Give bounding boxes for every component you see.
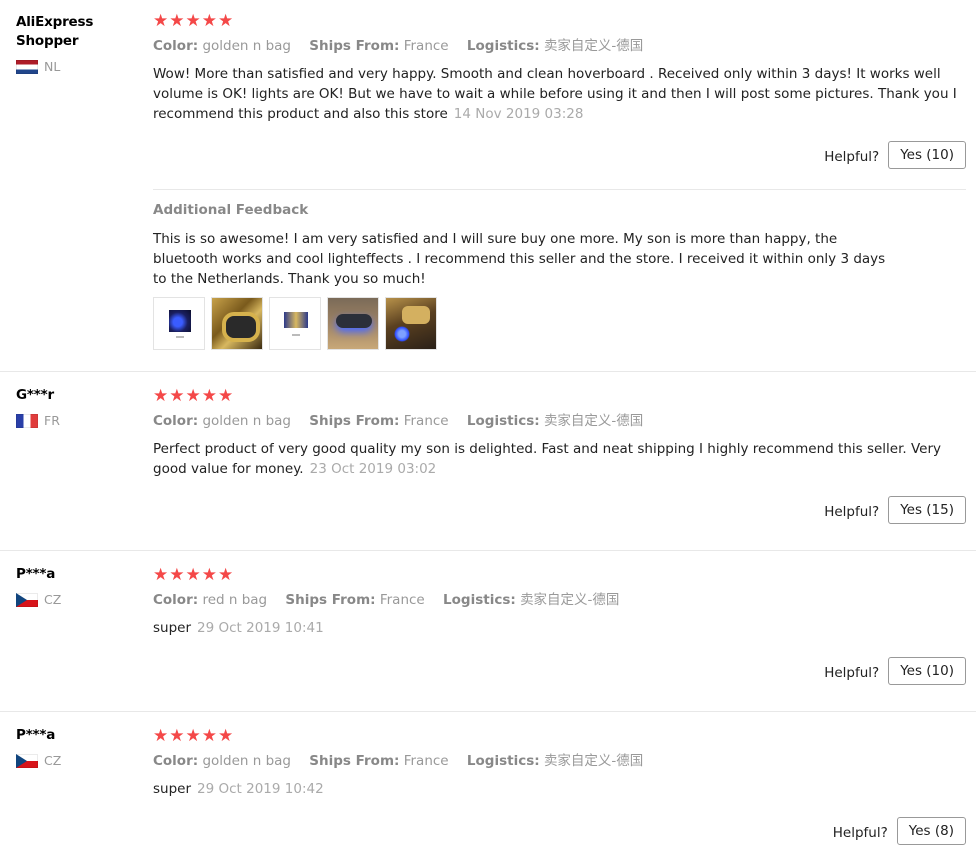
reviewer-info: P***a CZ (16, 565, 136, 607)
ships-from-label: Ships From: (285, 592, 376, 608)
country-code: FR (44, 413, 60, 428)
reviewer-country: FR (16, 413, 136, 428)
review-body: ★★★★★ Color: golden n bag Ships From: Fr… (153, 726, 966, 799)
reviewer-country: CZ (16, 753, 136, 768)
helpful-label: Helpful? (824, 504, 880, 520)
review-body: ★★★★★ Color: golden n bag Ships From: Fr… (153, 386, 966, 479)
order-attributes: Color: golden n bag Ships From: France L… (153, 412, 966, 430)
reviewer-info: P***a CZ (16, 726, 136, 768)
country-code: NL (44, 59, 61, 74)
review-photos (153, 297, 966, 350)
review-photo[interactable] (327, 297, 379, 350)
additional-feedback: Additional Feedback This is so awesome! … (153, 189, 966, 372)
helpful-label: Helpful? (824, 149, 880, 165)
star-rating: ★★★★★ (153, 565, 235, 585)
review-item: P***a CZ ★★★★★ Color: golden n bag Ships… (0, 712, 976, 867)
helpful-section: Helpful? Yes (10) (824, 141, 966, 169)
logistics-label: Logistics: (466, 413, 540, 429)
order-attributes: Color: golden n bag Ships From: France L… (153, 37, 966, 55)
color-value: golden n bag (202, 38, 291, 54)
review-content: super 29 Oct 2019 10:41 (153, 618, 966, 638)
helpful-section: Helpful? Yes (8) (833, 817, 966, 845)
ships-from-value: France (403, 753, 449, 769)
review-photo[interactable] (385, 297, 437, 350)
helpful-yes-button[interactable]: Yes (8) (896, 817, 966, 845)
review-photo[interactable] (153, 297, 205, 350)
helpful-section: Helpful? Yes (10) (824, 657, 966, 685)
logistics-label: Logistics: (443, 592, 516, 608)
review-text: Perfect product of very good quality my … (153, 441, 942, 477)
star-rating: ★★★★★ (153, 11, 235, 31)
reviewer-info: AliExpress Shopper NL (16, 13, 136, 74)
review-date: 29 Oct 2019 10:42 (197, 781, 324, 797)
review-item: G***r FR ★★★★★ Color: golden n bag Ships… (0, 372, 976, 551)
ships-from-value: France (403, 413, 449, 429)
color-label: Color: (153, 38, 199, 54)
photo-screen-icon (169, 310, 191, 332)
reviewer-name: AliExpress Shopper (16, 14, 94, 49)
additional-feedback-text: This is so awesome! I am very satisfied … (153, 231, 886, 287)
review-text: super (153, 620, 192, 636)
ships-from-label: Ships From: (309, 38, 400, 54)
logistics-value: 卖家自定义-德国 (543, 413, 644, 429)
helpful-label: Helpful? (824, 665, 880, 681)
color-label: Color: (153, 592, 199, 608)
flag-nl-icon (16, 59, 38, 74)
ships-from-label: Ships From: (309, 753, 400, 769)
review-date: 14 Nov 2019 03:28 (453, 106, 584, 122)
color-label: Color: (153, 753, 199, 769)
review-text: super (153, 781, 192, 797)
review-item: P***a CZ ★★★★★ Color: red n bag Ships Fr… (0, 551, 976, 712)
logistics-label: Logistics: (466, 38, 540, 54)
star-rating: ★★★★★ (153, 726, 235, 746)
review-photo[interactable] (211, 297, 263, 350)
ships-from-value: France (379, 592, 425, 608)
reviewer-name: P***a (16, 566, 56, 582)
logistics-value: 卖家自定义-德国 (543, 38, 644, 54)
color-value: golden n bag (202, 753, 291, 769)
helpful-yes-button[interactable]: Yes (15) (888, 496, 966, 524)
review-content: Perfect product of very good quality my … (153, 439, 966, 479)
order-attributes: Color: red n bag Ships From: France Logi… (153, 591, 966, 609)
review-content: super 29 Oct 2019 10:42 (153, 779, 966, 799)
color-value: red n bag (202, 592, 268, 608)
reviewer-name: P***a (16, 727, 56, 743)
color-value: golden n bag (202, 413, 291, 429)
additional-feedback-title: Additional Feedback (153, 202, 309, 218)
review-body: ★★★★★ Color: red n bag Ships From: Franc… (153, 565, 966, 638)
country-code: CZ (44, 592, 62, 607)
review-content: Wow! More than satisfied and very happy.… (153, 64, 966, 124)
review-body: ★★★★★ Color: golden n bag Ships From: Fr… (153, 11, 966, 124)
helpful-section: Helpful? Yes (15) (824, 496, 966, 524)
review-date: 23 Oct 2019 03:02 (309, 461, 437, 477)
ships-from-value: France (403, 38, 449, 54)
helpful-yes-button[interactable]: Yes (10) (888, 657, 966, 685)
review-photo[interactable] (269, 297, 321, 350)
flag-cz-icon (16, 592, 38, 607)
reviewer-country: CZ (16, 592, 136, 607)
ships-from-label: Ships From: (309, 413, 400, 429)
star-rating: ★★★★★ (153, 386, 235, 406)
color-label: Color: (153, 413, 199, 429)
reviewer-country: NL (16, 59, 136, 74)
logistics-label: Logistics: (466, 753, 540, 769)
logistics-value: 卖家自定义-德国 (543, 753, 644, 769)
reviewer-info: G***r FR (16, 386, 136, 428)
review-date: 29 Oct 2019 10:41 (197, 620, 324, 636)
country-code: CZ (44, 753, 62, 768)
helpful-yes-button[interactable]: Yes (10) (888, 141, 966, 169)
helpful-label: Helpful? (832, 825, 888, 841)
review-item: AliExpress Shopper NL ★★★★★ Color: golde… (0, 0, 976, 372)
order-attributes: Color: golden n bag Ships From: France L… (153, 752, 966, 770)
flag-fr-icon (16, 413, 38, 428)
logistics-value: 卖家自定义-德国 (520, 592, 620, 608)
reviewer-name: G***r (16, 387, 54, 403)
flag-cz-icon (16, 753, 38, 768)
